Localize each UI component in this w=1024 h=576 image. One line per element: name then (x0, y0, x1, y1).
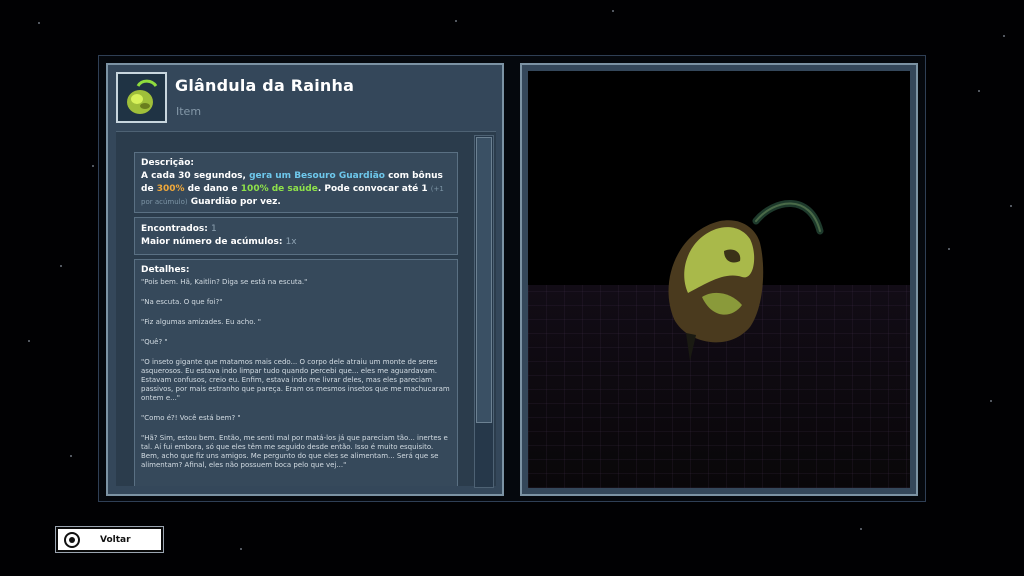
lore-paragraph: "Pois bem. Hã, Kaitlin? Diga se está na … (141, 278, 308, 286)
item-model-panel (520, 63, 918, 496)
spawn-highlight: gera um Besouro Guardião (249, 171, 385, 181)
lore-paragraph: "Fiz algumas amizades. Eu acho. " (141, 318, 262, 326)
lore-text: "Pois bem. Hã, Kaitlin? Diga se está na … (141, 278, 451, 470)
controller-button-icon (64, 531, 80, 548)
stats-box: Encontrados: 1 Maior número de acúmulos:… (134, 217, 458, 255)
model-viewport[interactable] (528, 71, 910, 488)
details-label: Detalhes: (141, 265, 190, 275)
lore-paragraph: "Hã? Sim, estou bem. Então, me senti mal… (141, 434, 448, 469)
scrollbar-thumb[interactable] (476, 137, 492, 423)
item-category: Item (176, 105, 202, 118)
back-button-label: Voltar (100, 534, 131, 545)
lore-details-box: Detalhes: "Pois bem. Hã, Kaitlin? Diga s… (134, 259, 458, 486)
found-count-row: Encontrados: 1 (141, 224, 217, 234)
lore-paragraph: "Quê? " (141, 338, 168, 346)
damage-highlight: 300% (156, 184, 185, 194)
queens-gland-model (668, 200, 824, 361)
details-scrollbar[interactable] (474, 135, 494, 488)
description-label: Descrição: (141, 158, 194, 168)
queens-gland-icon (116, 72, 167, 123)
back-button[interactable]: Voltar (55, 526, 164, 553)
lore-paragraph: "Como é?! Você está bem? " (141, 414, 241, 422)
description-box: Descrição: A cada 30 segundos, gera um B… (134, 152, 458, 213)
description-text: A cada 30 segundos, gera um Besouro Guar… (141, 171, 444, 207)
max-stack-row: Maior número de acúmulos: 1x (141, 237, 297, 247)
lore-paragraph: "Na escuta. O que foi?" (141, 298, 223, 306)
item-info-panel: Glândula da Rainha Item Descrição: A cad… (106, 63, 504, 496)
item-title: Glândula da Rainha (175, 76, 355, 95)
lore-paragraph: "O inseto gigante que matamos mais cedo.… (141, 358, 450, 402)
item-details-scroll-area[interactable]: Descrição: A cada 30 segundos, gera um B… (116, 131, 496, 486)
health-highlight: 100% de saúde (240, 184, 318, 194)
